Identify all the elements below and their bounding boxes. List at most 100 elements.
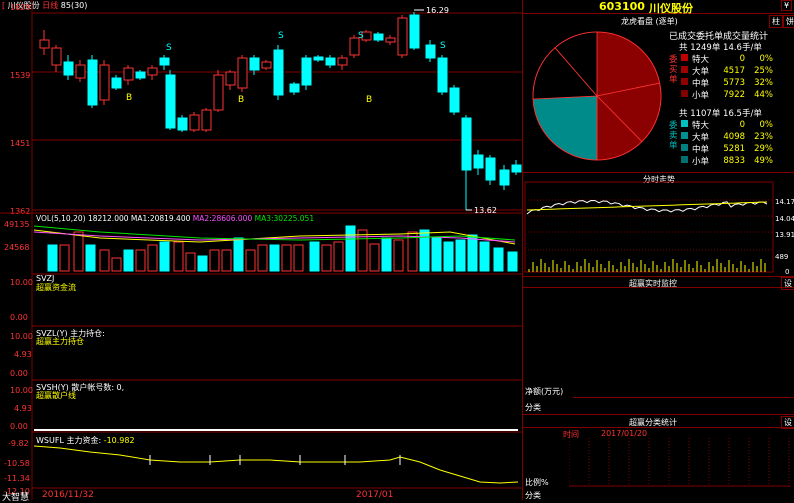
intraday-price-line bbox=[526, 200, 768, 215]
color-swatch bbox=[679, 131, 690, 143]
panel1-title: 超赢资金流 bbox=[36, 283, 76, 292]
order-volume: 5773 bbox=[723, 78, 746, 88]
candle-body bbox=[385, 37, 396, 43]
volume-bar bbox=[293, 244, 304, 272]
volume-bar bbox=[493, 247, 504, 272]
intraday-chart[interactable] bbox=[523, 180, 794, 276]
candle-body bbox=[189, 114, 200, 131]
intraday-axis-1: 14.17 bbox=[775, 198, 794, 206]
buy-header: 共 1249单 14.6手/单 bbox=[679, 43, 762, 53]
footer-date-1: 2016/11/32 bbox=[42, 490, 94, 500]
dist-time-value: 2017/01/20 bbox=[601, 429, 648, 438]
dist-grid bbox=[569, 438, 791, 487]
order-volume: 0 bbox=[739, 54, 746, 64]
candle-body bbox=[165, 74, 176, 129]
pie-view-button[interactable]: 饼 bbox=[783, 15, 794, 28]
pie-slice bbox=[532, 95, 598, 161]
order-pie-chart bbox=[532, 31, 662, 161]
candle-body bbox=[87, 59, 98, 106]
order-type: 小单 bbox=[692, 157, 710, 167]
sell-side-label: 委卖单 bbox=[669, 121, 678, 151]
volume-bar bbox=[99, 249, 110, 272]
candle-body bbox=[325, 57, 336, 66]
intraday-axis-2: 14.04 bbox=[775, 215, 794, 223]
panel2-title: 超赢主力持仓 bbox=[36, 337, 84, 346]
candle-body bbox=[111, 77, 122, 89]
settings-button[interactable]: ¥ bbox=[781, 0, 793, 11]
sell-table: 共 1107单 16.5手/单 委卖单 特大 0 0% 大单 4098 23% 中单 5281… bbox=[669, 107, 793, 167]
order-type: 中单 bbox=[692, 79, 710, 89]
volume-bar bbox=[185, 252, 196, 272]
candle-body bbox=[225, 71, 236, 86]
buy-signal: B bbox=[366, 95, 372, 105]
volume-bar bbox=[431, 237, 442, 272]
main-chart-area[interactable]: [ 川仪股份 日线 85(30) 1629 1539 1451 1362 SSS… bbox=[0, 0, 522, 503]
buy-row: 大单 4517 25% bbox=[679, 65, 775, 77]
sell-row: 中单 5281 29% bbox=[679, 143, 775, 155]
volume-bar bbox=[333, 241, 344, 272]
buy-row: 特大 0 0% bbox=[679, 53, 775, 65]
volume-bar bbox=[233, 237, 244, 272]
bar-view-button[interactable]: 柱 bbox=[769, 15, 783, 28]
intraday-axis-4: 489 bbox=[775, 253, 789, 261]
kline-chart[interactable]: S S S S B B B bbox=[0, 0, 522, 500]
volume-bar bbox=[209, 249, 220, 272]
stock-code: 603100 bbox=[599, 0, 645, 13]
color-swatch bbox=[679, 77, 690, 89]
candle-body bbox=[437, 57, 448, 93]
volume-bar bbox=[455, 239, 466, 272]
intraday-frame bbox=[524, 181, 774, 273]
volume-bar bbox=[197, 255, 208, 272]
order-volume: 7922 bbox=[723, 90, 746, 100]
candle-body bbox=[397, 17, 408, 56]
volume-bar bbox=[357, 229, 368, 272]
volume-bar bbox=[173, 241, 184, 272]
stock-title-name: 川仪股份 bbox=[649, 2, 693, 15]
monitor-settings-button[interactable]: 设 bbox=[781, 277, 794, 290]
candle-body bbox=[213, 74, 224, 111]
sell-row: 小单 8833 49% bbox=[679, 155, 775, 167]
candle-body bbox=[51, 47, 62, 66]
low-price-mark: 13.62 bbox=[474, 206, 497, 215]
panel1-axis-top: 10.00 bbox=[10, 278, 33, 287]
volume-bar bbox=[59, 244, 70, 272]
order-percent: 49% bbox=[754, 156, 774, 166]
panel2-axis-top: 10.00 bbox=[10, 332, 33, 341]
order-volume: 5281 bbox=[723, 144, 746, 154]
volume-bar bbox=[479, 241, 490, 272]
capital-flow-line bbox=[33, 445, 519, 484]
volume-bar bbox=[245, 249, 256, 272]
buy-table: 共 1249单 14.6手/单 委买单 特大 0 0% 大单 4517 25% 中单 5773… bbox=[669, 41, 793, 101]
volume-bar bbox=[393, 239, 404, 272]
candle-body bbox=[373, 33, 384, 41]
volume-bar bbox=[147, 244, 158, 272]
candle-body bbox=[123, 67, 134, 81]
intraday-axis-5: 0 bbox=[785, 268, 790, 276]
order-percent: 32% bbox=[754, 78, 774, 88]
candle-body bbox=[301, 57, 312, 86]
volume-bar bbox=[257, 244, 268, 272]
volume-bar bbox=[73, 231, 84, 272]
volume-bar bbox=[345, 225, 356, 272]
order-type: 大单 bbox=[692, 67, 710, 77]
candle-body bbox=[473, 154, 484, 169]
color-swatch bbox=[679, 119, 690, 131]
volume-bar bbox=[111, 257, 122, 272]
order-volume: 8833 bbox=[723, 156, 746, 166]
vol-header: VOL(5,10,20) 18212.000 MA1:20819.400 MA2… bbox=[36, 214, 315, 223]
candle-body bbox=[249, 57, 260, 71]
panel4-axis-1: -9.82 bbox=[8, 439, 29, 448]
panel2-axis-bot: 0.00 bbox=[10, 369, 28, 378]
buy-row: 中单 5773 32% bbox=[679, 77, 775, 89]
candle-body bbox=[337, 57, 348, 66]
sell-row: 特大 0 0% bbox=[679, 119, 775, 131]
panel3-title: 超赢散户线 bbox=[36, 391, 76, 400]
color-swatch bbox=[679, 143, 690, 155]
panel3-axis-top: 10.00 bbox=[10, 386, 33, 395]
ratio-label: 比例% bbox=[525, 478, 549, 487]
candle-body bbox=[273, 49, 284, 96]
order-percent: 0% bbox=[759, 120, 774, 130]
sell-signal: S bbox=[358, 31, 364, 41]
color-swatch bbox=[679, 155, 690, 167]
order-percent: 23% bbox=[754, 132, 774, 142]
